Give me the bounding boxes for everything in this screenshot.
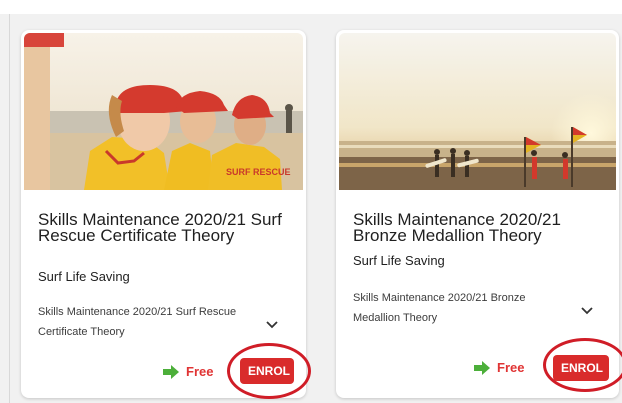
lifesavers-photo: SURF RESCUE	[24, 33, 303, 190]
course-title[interactable]: Skills Maintenance 2020/21 Bronze Medall…	[353, 211, 603, 244]
enrol-button[interactable]: ENROL	[553, 355, 609, 381]
course-listing-page: SURF RESCUE Skills Maintenance 2020/21 S…	[0, 0, 622, 403]
course-title[interactable]: Skills Maintenance 2020/21 Surf Rescue C…	[38, 211, 288, 244]
green-arrow-icon	[474, 360, 490, 375]
course-image-lifesavers: SURF RESCUE	[24, 33, 303, 190]
uniform-lettering: SURF RESCUE	[226, 167, 291, 177]
course-description: Skills Maintenance 2020/21 Bronze Medall…	[353, 292, 526, 324]
beach-sunset-photo	[339, 33, 616, 190]
course-image-beach-sunset	[339, 33, 616, 190]
course-card-bronze-medallion[interactable]: Skills Maintenance 2020/21 Bronze Medall…	[336, 30, 619, 398]
course-description: Skills Maintenance 2020/21 Surf Rescue C…	[38, 306, 237, 338]
left-divider	[9, 14, 10, 403]
price-indicator: Free	[473, 360, 524, 375]
course-card-surf-rescue[interactable]: SURF RESCUE Skills Maintenance 2020/21 S…	[21, 30, 306, 398]
price-label: Free	[497, 360, 525, 375]
course-provider: Surf Life Saving	[353, 253, 445, 268]
chevron-down-icon[interactable]	[580, 306, 594, 316]
price-indicator: Free	[162, 364, 213, 379]
course-provider: Surf Life Saving	[38, 269, 130, 284]
green-arrow-icon	[163, 364, 179, 379]
price-label: Free	[186, 364, 214, 379]
enrol-button[interactable]: ENROL	[240, 358, 294, 384]
chevron-down-icon[interactable]	[265, 320, 279, 330]
top-band	[0, 0, 622, 14]
